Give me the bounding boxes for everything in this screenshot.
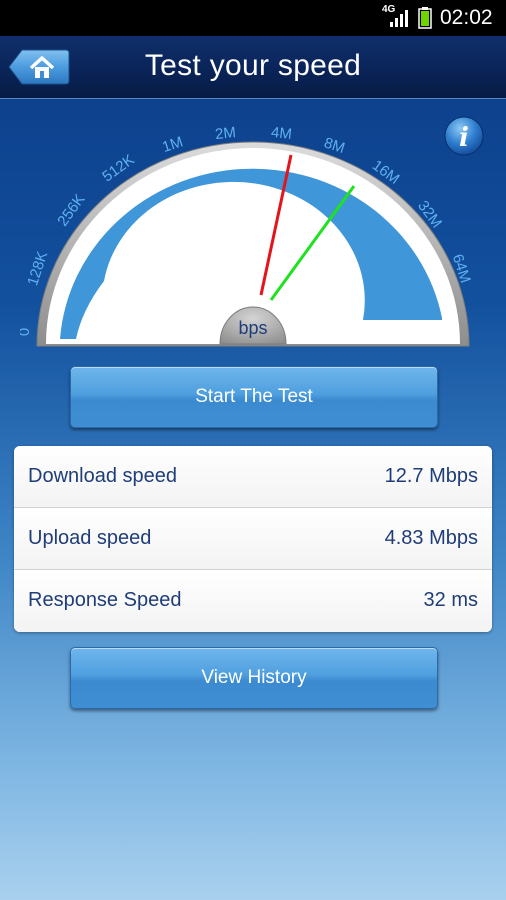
result-row-response: Response Speed 32 ms — [14, 570, 492, 632]
page-title: Test your speed — [144, 49, 362, 82]
status-bar: 4G 02:02 — [0, 0, 506, 36]
results-panel: Download speed 12.7 Mbps Upload speed 4.… — [14, 446, 492, 632]
scale-label: 1M — [160, 133, 185, 156]
clock: 02:02 — [440, 6, 493, 29]
scale-label: 128K — [24, 249, 51, 288]
result-value: 32 ms — [423, 589, 478, 611]
result-row-download: Download speed 12.7 Mbps — [14, 446, 492, 508]
result-value: 12.7 Mbps — [384, 465, 478, 487]
result-label: Upload speed — [28, 527, 152, 549]
speed-gauge: bps 0 128K 256K 512K 1M 2M 4M 8M 16M 32M… — [20, 124, 474, 347]
scale-label: 4M — [270, 124, 293, 143]
scale-label: 2M — [214, 124, 237, 143]
result-value: 4.83 Mbps — [384, 527, 478, 549]
signal-icon — [390, 10, 408, 27]
start-test-button[interactable]: Start The Test — [70, 366, 438, 428]
battery-icon — [418, 7, 432, 29]
result-label: Response Speed — [28, 589, 182, 611]
result-row-upload: Upload speed 4.83 Mbps — [14, 508, 492, 570]
view-history-button[interactable]: View History — [70, 647, 438, 709]
gauge-unit-label: bps — [238, 318, 267, 338]
scale-label: 0 — [20, 328, 33, 336]
app-header: Test your speed — [0, 36, 506, 99]
result-label: Download speed — [28, 465, 177, 487]
